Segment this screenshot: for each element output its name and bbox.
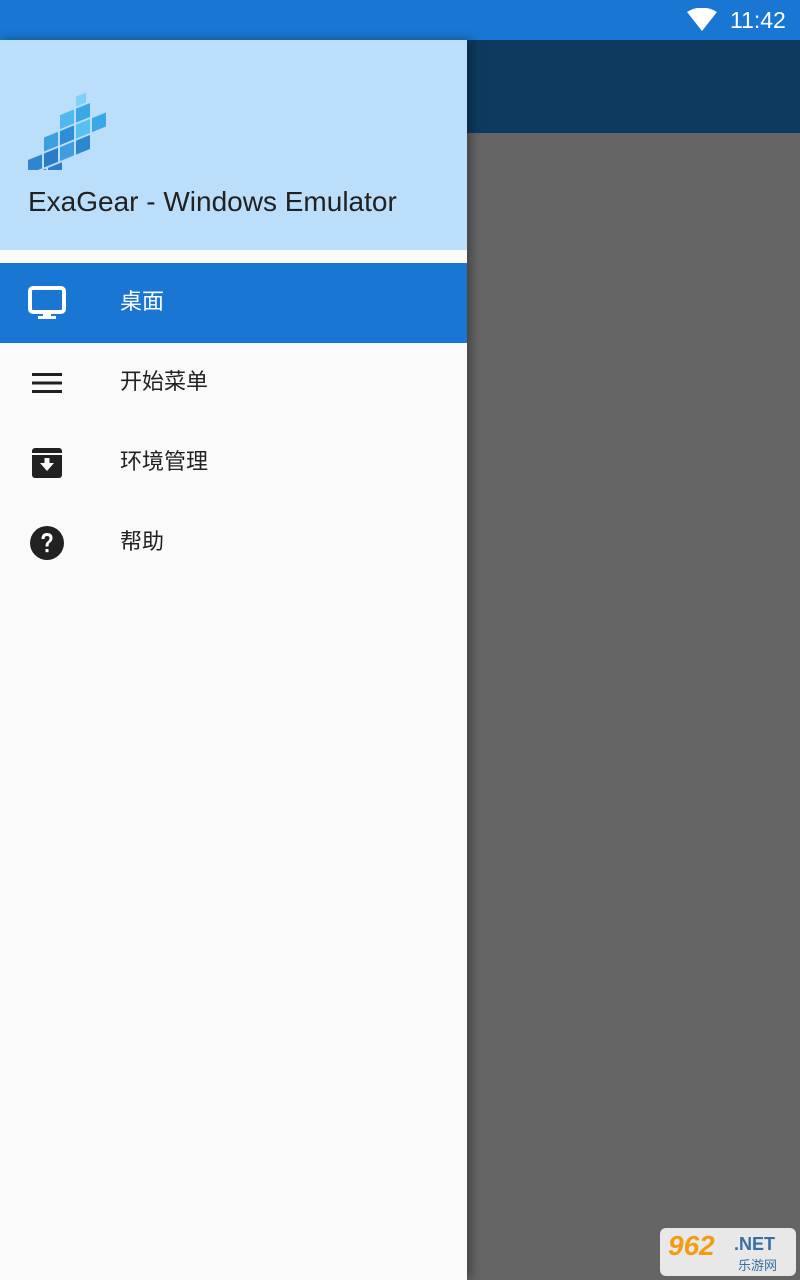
- menu-item-environment[interactable]: 环境管理: [0, 423, 467, 503]
- menu-item-start-menu[interactable]: 开始菜单: [0, 343, 467, 423]
- menu-item-desktop[interactable]: 桌面: [0, 263, 467, 343]
- app-toolbar: [467, 40, 800, 133]
- archive-box-icon: [32, 448, 62, 478]
- menu-lines-icon: [32, 373, 62, 393]
- watermark-logo: 962 .NET 乐游网: [660, 1228, 796, 1276]
- menu-item-label: 桌面: [120, 290, 165, 315]
- watermark-number: 962: [668, 1230, 715, 1261]
- menu-item-label: 帮助: [120, 530, 165, 555]
- navigation-drawer: ExaGear - Windows Emulator 桌面 开始菜单 环境管理 …: [0, 40, 467, 1280]
- exagear-logo-icon: [28, 92, 106, 170]
- drawer-menu: 桌面 开始菜单 环境管理 帮助: [0, 263, 467, 583]
- wifi-icon: [687, 8, 717, 31]
- status-bar: 11:42: [0, 0, 800, 40]
- menu-item-label: 开始菜单: [120, 370, 209, 395]
- watermark-site-name: 乐游网: [738, 1259, 778, 1274]
- status-time: 11:42: [730, 7, 786, 33]
- drawer-scrim[interactable]: [467, 133, 800, 1280]
- desktop-monitor-icon: [28, 286, 66, 319]
- drawer-app-name: ExaGear - Windows Emulator: [28, 186, 397, 217]
- drawer-header: ExaGear - Windows Emulator: [0, 40, 467, 250]
- menu-item-help[interactable]: 帮助: [0, 503, 467, 583]
- menu-item-label: 环境管理: [120, 450, 209, 475]
- watermark-domain: .NET: [734, 1234, 776, 1254]
- screen: 11:42 ExaGear - Windows Emulator 桌面 开始菜单…: [0, 0, 800, 1280]
- help-circle-icon: [30, 526, 64, 560]
